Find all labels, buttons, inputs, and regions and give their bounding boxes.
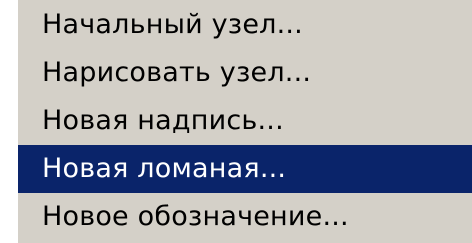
context-menu: Начальный узел... Нарисовать узел... Нов… xyxy=(0,0,472,243)
menu-item-new-label[interactable]: Новая надпись... xyxy=(18,97,472,145)
menu-item-new-symbol[interactable]: Новое обозначение... xyxy=(18,193,472,241)
menu-item-new-polyline[interactable]: Новая ломаная... xyxy=(18,145,472,193)
menu-item-initial-node[interactable]: Начальный узел... xyxy=(18,1,472,49)
menu-item-draw-node[interactable]: Нарисовать узел... xyxy=(18,49,472,97)
